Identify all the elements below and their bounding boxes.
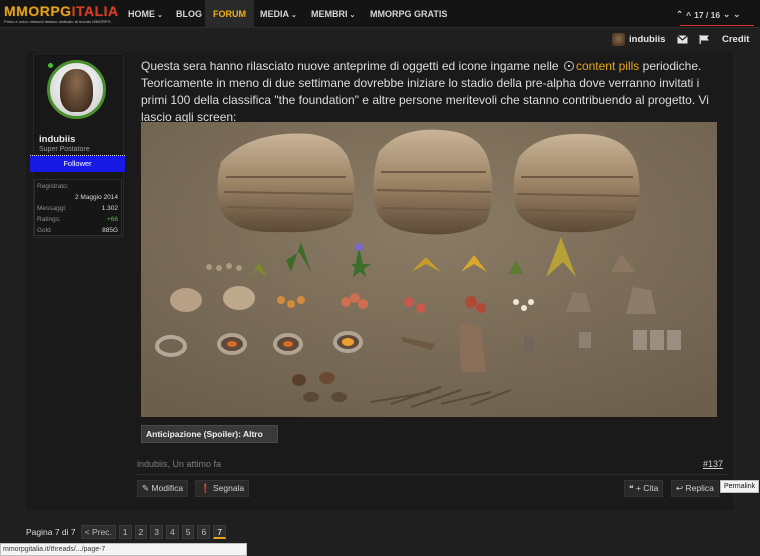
- post-divider: [137, 474, 727, 475]
- reply-arrow-icon: ↩: [676, 483, 684, 493]
- stat-value-registered: 2 Maggio 2014: [74, 194, 118, 201]
- nav-media[interactable]: MEDIA ⌄: [252, 0, 305, 28]
- nav-mmorpg-gratis[interactable]: MMORPG GRATIS: [362, 0, 455, 28]
- thread-position: 17 / 16: [694, 9, 721, 20]
- chevron-double-down-icon[interactable]: ⌄: [733, 9, 740, 20]
- page-link[interactable]: 3: [150, 524, 163, 539]
- nav-forum[interactable]: FORUM: [205, 0, 254, 28]
- chevron-up-icon[interactable]: ^: [686, 10, 691, 20]
- large-rock-1: [217, 133, 355, 233]
- page-link[interactable]: 2: [134, 524, 148, 539]
- thread-position-control[interactable]: ⌃ ^ 17 / 16 ⌄ ⌄: [676, 6, 756, 26]
- stat-value-messages: 1.302: [101, 205, 118, 212]
- page-indicator: Pagina 7 di 7: [26, 526, 76, 537]
- quote-button[interactable]: ❝ + Cita: [624, 480, 664, 497]
- author-badge: Follower: [30, 156, 125, 172]
- credit-link[interactable]: Credit: [722, 33, 749, 46]
- chevron-double-up-icon[interactable]: ⌃: [676, 9, 683, 20]
- top-navigation-bar: MMORPGITALIA Primo e unico network itali…: [0, 0, 760, 28]
- nav-blog[interactable]: BLOG: [168, 0, 210, 28]
- chevron-down-icon[interactable]: ⌄: [723, 9, 730, 20]
- nav-home[interactable]: HOME ⌄: [120, 0, 171, 28]
- author-title: Super Postatore: [39, 146, 90, 153]
- author-avatar[interactable]: [47, 60, 106, 119]
- user-avatar[interactable]: [612, 33, 625, 46]
- stat-label-registered: Registrato:: [37, 183, 69, 190]
- envelope-icon[interactable]: [677, 35, 688, 44]
- author-name[interactable]: indubiis: [39, 134, 75, 145]
- page-link[interactable]: 4: [166, 524, 179, 539]
- edit-button[interactable]: ✎ Modifica: [137, 480, 189, 497]
- page-link[interactable]: 5: [181, 524, 195, 539]
- content-pills-link[interactable]: content pills: [576, 59, 639, 73]
- page-link[interactable]: 1: [118, 524, 132, 539]
- page-link[interactable]: 6: [197, 524, 211, 539]
- browser-status-url: mmorpgitalia.it/threads/.../page-7: [0, 543, 247, 556]
- thread-position-underline: [680, 25, 754, 26]
- chevron-down-icon: ⌄: [291, 12, 297, 19]
- logo-tagline: Primo e unico network italiano dedicato …: [4, 19, 111, 24]
- large-rock-2: [373, 129, 493, 235]
- chevron-down-icon: ⌄: [157, 12, 163, 19]
- pagination: Pagina 7 di 7 < Prec. 1 2 3 4 5 6 7: [26, 524, 226, 539]
- post-meta[interactable]: indubiis, Un attimo fa: [137, 459, 221, 469]
- chevron-down-icon: ⌄: [349, 12, 356, 19]
- quote-icon: ❝: [629, 483, 634, 493]
- user-name-link[interactable]: indubiis: [629, 33, 665, 46]
- spoiler-button[interactable]: Anticipazione (Spoiler): Altro: [141, 425, 278, 443]
- alert-icon: ❗: [200, 483, 211, 493]
- report-button[interactable]: ❗ Segnala: [195, 480, 250, 497]
- game-assets-screenshot[interactable]: [141, 122, 717, 417]
- online-status-indicator: [47, 62, 54, 69]
- logo-wordmark: MMORPGITALIA: [4, 3, 119, 19]
- prev-page-link[interactable]: < Prec.: [80, 524, 116, 539]
- flag-icon[interactable]: [699, 35, 710, 44]
- post-message: Questa sera hanno rilasciato nuove antep…: [141, 59, 709, 124]
- right-gutter: [733, 52, 760, 543]
- large-rock-3: [513, 133, 640, 233]
- post-permalink-number[interactable]: #137: [703, 459, 723, 469]
- reply-button[interactable]: ↩ Replica: [671, 480, 719, 497]
- stat-value-ratings: +66: [106, 216, 118, 223]
- nav-membri[interactable]: MEMBRI ⌄: [303, 0, 363, 28]
- content-pills-icon: [563, 61, 574, 71]
- stat-label-gold: Gold: [37, 227, 51, 234]
- site-logo[interactable]: MMORPGITALIA Primo e unico network itali…: [4, 3, 120, 25]
- current-page-link[interactable]: 7: [213, 524, 226, 539]
- stat-value-gold: 885G: [102, 227, 118, 234]
- permalink-tooltip: Permalink: [720, 480, 760, 493]
- bear-avatar-image: [60, 69, 93, 112]
- pencil-icon: ✎: [142, 483, 150, 493]
